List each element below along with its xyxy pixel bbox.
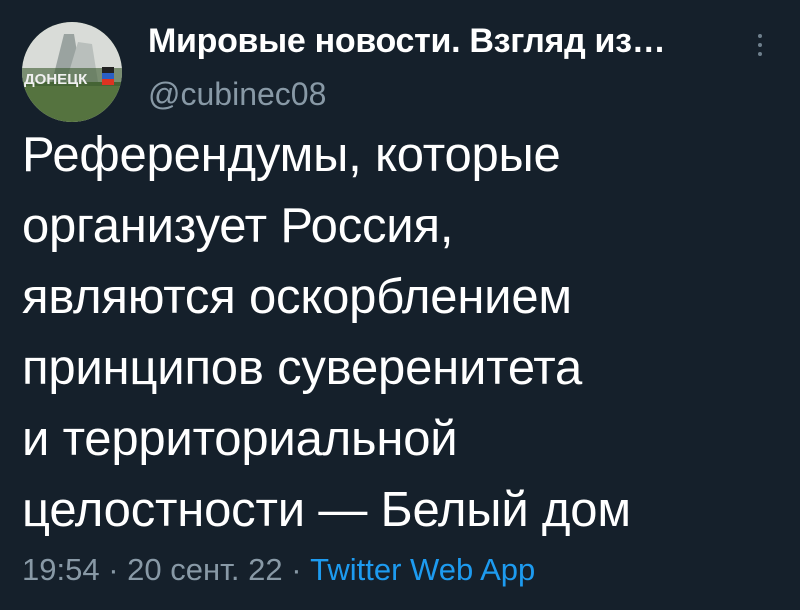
- tweet-date[interactable]: 20 сент. 22: [127, 552, 282, 587]
- avatar-image: ДОНЕЦК: [22, 22, 122, 122]
- tweet-time[interactable]: 19:54: [22, 552, 100, 587]
- meta-separator: ·: [99, 552, 128, 587]
- tweet-text-line: принципов суверенитета: [22, 341, 583, 395]
- tweet-text-line: Референдумы, которые: [22, 128, 561, 182]
- tweet-card: ДОНЕЦК Мировые новости. Взгляд из… @cubi…: [0, 0, 800, 610]
- avatar[interactable]: ДОНЕЦК: [22, 22, 122, 122]
- avatar-text: ДОНЕЦК: [24, 71, 88, 88]
- more-options-icon[interactable]: [750, 30, 770, 60]
- tweet-text-line: организует Россия,: [22, 199, 454, 253]
- tweet-text-line: и территориальной: [22, 412, 458, 466]
- author-display-name[interactable]: Мировые новости. Взгляд из…: [148, 22, 666, 61]
- author-handle[interactable]: @cubinec08: [148, 76, 326, 113]
- tweet-text: Референдумы, которые организует Россия, …: [22, 120, 782, 546]
- tweet-meta: 19:54 · 20 сент. 22 · Twitter Web App: [22, 552, 535, 588]
- meta-separator: ·: [282, 552, 311, 587]
- tweet-source-link[interactable]: Twitter Web App: [310, 552, 535, 587]
- tweet-text-line: являются оскорблением: [22, 270, 572, 324]
- tweet-text-line: целостности — Белый дом: [22, 483, 631, 537]
